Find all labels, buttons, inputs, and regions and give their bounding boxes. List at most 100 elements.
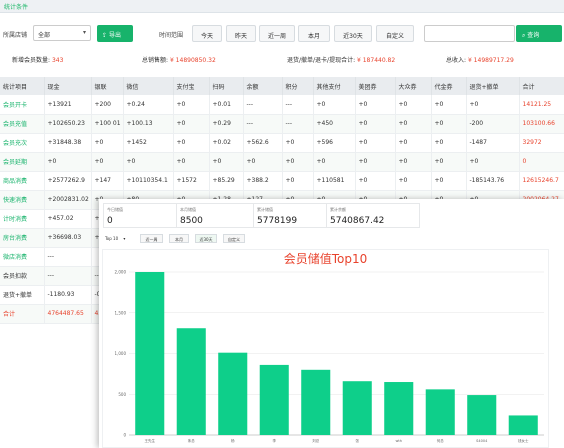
summary-label: 新增会员数量: [12,57,51,64]
row-label[interactable]: 计时消费 [0,209,45,229]
table-cell: +0 [395,133,432,153]
table-cell: +31848.38 [44,133,92,153]
bar[interactable] [384,382,414,435]
table-cell: +85.29 [209,171,244,191]
row-label[interactable]: 快速消费 [0,190,45,210]
bar[interactable] [342,381,372,435]
column-header: 代金券 [431,77,467,95]
table-cell: +13921 [44,95,92,115]
row-label[interactable]: 商品消费 [0,171,45,191]
range-yesterday-button[interactable]: 昨天 [226,25,256,42]
table-cell: +0 [282,133,314,153]
table-cell: --- [282,95,314,115]
search-icon: ⌕ [522,32,526,39]
table-row: 会员充次 +31848.38 +0 +1452 +0 +0.02 +562.6 +0 +596 +… [0,133,564,153]
table-cell: +0 [431,152,467,172]
range-week-button[interactable]: 近一周 [259,25,295,42]
table-cell: +0.29 [209,114,244,134]
table-cell: +0 [173,114,210,134]
bar[interactable] [176,328,206,435]
x-tick-label: 朱总 [188,438,195,443]
y-tick-label: 2,000 [115,270,127,275]
row-label[interactable]: 退货+撤单 [0,285,45,305]
x-tick-label: 钱女士 [518,438,529,443]
table-cell: --- [282,114,314,134]
table-cell: +0 [123,152,174,172]
table-cell: +0 [355,114,396,134]
column-header: 大众券 [395,77,432,95]
export-icon: ⇪ [102,32,108,39]
row-label[interactable]: 合计 [0,304,45,324]
x-tick-label: wth [396,439,402,443]
table-cell: +0 [173,95,210,115]
table-cell: --- [243,114,283,134]
table-cell: +0 [355,133,396,153]
export-label: 导出 [108,32,121,39]
bar[interactable] [218,352,248,435]
table-cell: +457.02 [44,209,92,229]
bar[interactable] [425,389,455,435]
member-recharge-popup: 今日储值 0 本月储值 8500 累计储值 5778199 累计余额 57408… [99,199,564,448]
row-label[interactable]: 会员充值 [0,114,45,134]
x-tick-label: 杨 [231,438,235,443]
summary-income: 总收入: ¥ 14989717.29 [446,55,514,64]
panel-header: 统计条件 [0,0,564,13]
store-select[interactable]: 全部 ▾ [33,25,91,41]
table-cell: +36698.03 [44,228,92,248]
bar[interactable] [135,272,165,435]
table-cell: +100.13 [123,114,174,134]
x-tick-label: 李 [273,438,277,443]
search-label: 查询 [527,32,540,39]
bar[interactable] [259,364,289,435]
table-cell: +0 [431,114,467,134]
column-header: 统计项目 [0,77,45,95]
range-today-button[interactable]: 今天 [192,25,222,42]
table-cell: +0.24 [123,95,174,115]
table-cell: -200 [466,114,520,134]
store-select-value: 全部 [38,32,51,39]
table-cell: +0 [395,95,432,115]
y-tick-label: 500 [118,392,126,397]
column-header: 其他支付 [313,77,356,95]
date-range-input[interactable] [424,25,515,42]
table-cell: +0 [44,152,92,172]
row-label[interactable]: 会员扣款 [0,266,45,286]
summary-value: 343 [51,57,64,64]
bar[interactable] [508,415,538,435]
panel-title: 统计条件 [4,4,29,11]
row-label[interactable]: 会员充次 [0,133,45,153]
range-custom-button[interactable]: 自定义 [376,25,414,42]
time-range-label: 时间范围 [159,32,184,39]
column-header: 退货+撤单 [466,77,520,95]
table-cell: +0 [431,171,467,191]
bar[interactable] [301,369,331,435]
x-tick-label: 王先生 [145,438,156,443]
column-header: 支付宝 [173,77,210,95]
table-cell: +0 [431,95,467,115]
summary-total-sales: 总销售额: ¥ 14890850.32 [142,55,216,64]
row-label[interactable]: 会员延期 [0,152,45,172]
row-label[interactable]: 房台消费 [0,228,45,248]
table-cell: +388.2 [243,171,283,191]
table-cell: +1452 [123,133,174,153]
bar[interactable] [467,395,497,435]
table-cell: +0 [173,133,210,153]
table-cell: +0 [355,95,396,115]
range-30days-button[interactable]: 近30天 [334,25,372,42]
table-cell: +0 [313,152,356,172]
table-cell: +0 [91,133,124,153]
table-cell: --- [44,266,92,286]
search-button[interactable]: ⌕ 查询 [516,25,562,42]
summary-value: ¥ 14989717.29 [467,57,514,64]
table-cell: +2002831.02 [44,190,92,210]
table-cell: +0 [355,152,396,172]
row-label[interactable]: 会员开卡 [0,95,45,115]
table-cell: 103100.66 [519,114,564,134]
table-cell: +100 01 [91,114,124,134]
table-cell: +0.01 [209,95,244,115]
range-month-button[interactable]: 本月 [298,25,330,42]
row-label[interactable]: 微店消费 [0,247,45,267]
table-cell: +0 [282,152,314,172]
export-button[interactable]: ⇪ 导出 [97,25,133,42]
table-row: 会员开卡 +13921 +200 +0.24 +0 +0.01 --- --- +0 +0 +0 +0… [0,95,564,115]
